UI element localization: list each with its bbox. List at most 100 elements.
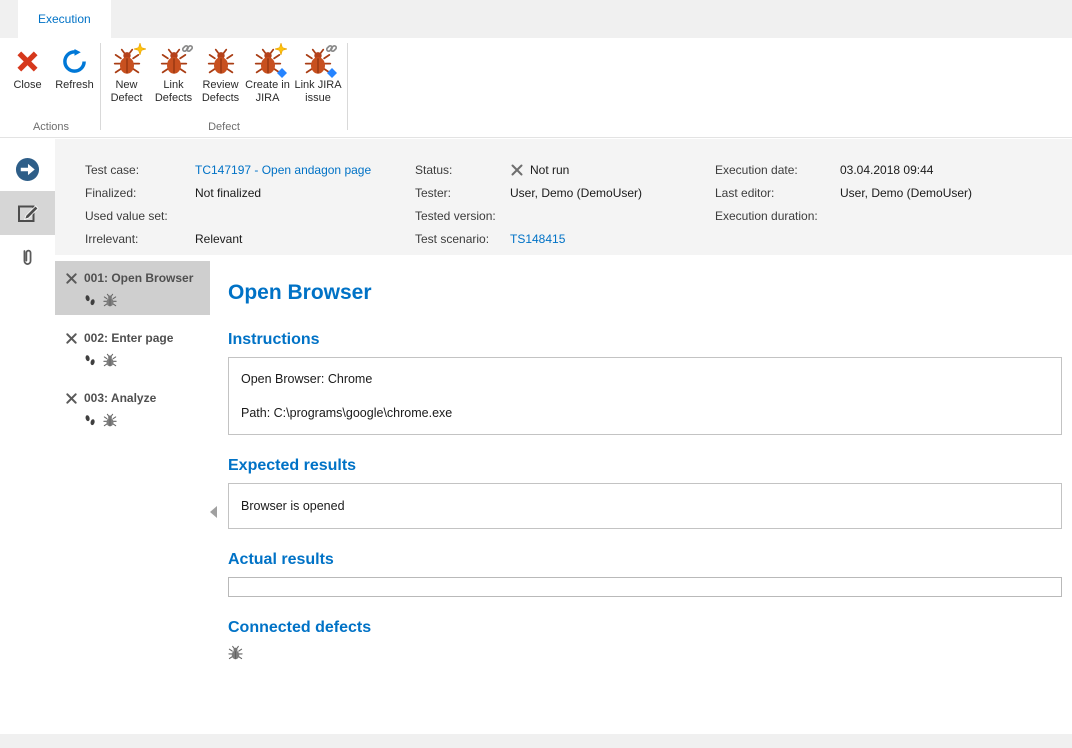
paperclip-icon xyxy=(17,247,38,268)
bug-icon xyxy=(253,46,283,76)
field-value: User, Demo (DemoUser) xyxy=(840,186,972,200)
footsteps-icon[interactable] xyxy=(84,414,96,427)
footsteps-icon[interactable] xyxy=(84,294,96,307)
bug-icon[interactable] xyxy=(103,413,117,427)
x-icon xyxy=(510,163,524,177)
bug-icon xyxy=(112,46,142,76)
arrow-circle-icon xyxy=(15,157,40,182)
ribbon-separator xyxy=(347,43,348,130)
info-row-test-scenario: Test scenario: TS148415 xyxy=(415,227,715,250)
link-defects-button[interactable]: Link Defects xyxy=(150,43,197,105)
field-label: Used value set: xyxy=(85,209,195,223)
bug-icon xyxy=(159,46,189,76)
field-label: Execution date: xyxy=(715,163,840,177)
ribbon-group-label-actions: Actions xyxy=(4,121,98,137)
review-defects-label: Review Defects xyxy=(198,79,243,105)
sidebar-item-attachments[interactable] xyxy=(0,235,55,279)
expected-results-heading: Expected results xyxy=(228,457,1062,475)
link-jira-issue-button[interactable]: Link JIRA issue xyxy=(291,43,345,105)
field-label: Test scenario: xyxy=(415,232,510,246)
step-item-002[interactable]: 002: Enter page xyxy=(55,321,210,375)
field-value: Not finalized xyxy=(195,186,261,200)
actual-results-input[interactable] xyxy=(228,577,1062,597)
sidebar-item-edit-execution[interactable] xyxy=(0,191,55,235)
review-defects-button[interactable]: Review Defects xyxy=(197,43,244,105)
close-button[interactable]: Close xyxy=(4,43,51,92)
jira-diamond-icon xyxy=(277,68,287,78)
bug-icon xyxy=(303,46,333,76)
jira-diamond-icon xyxy=(327,68,337,78)
x-icon xyxy=(65,332,78,345)
step-item-003[interactable]: 003: Analyze xyxy=(55,381,210,435)
new-defect-button[interactable]: New Defect xyxy=(103,43,150,105)
status-value: Not run xyxy=(530,163,569,177)
info-column-1: Test case: TC147197 - Open andagon page … xyxy=(85,158,405,250)
field-label: Last editor: xyxy=(715,186,840,200)
info-row-last-editor: Last editor: User, Demo (DemoUser) xyxy=(715,181,1072,204)
close-button-label: Close xyxy=(13,79,41,92)
info-row-finalized: Finalized: Not finalized xyxy=(85,181,405,204)
ribbon-separator xyxy=(100,43,101,130)
edit-icon xyxy=(16,201,40,225)
refresh-button[interactable]: Refresh xyxy=(51,43,98,92)
bug-icon[interactable] xyxy=(103,353,117,367)
info-row-execution-date: Execution date: 03.04.2018 09:44 xyxy=(715,158,1072,181)
bug-icon xyxy=(206,46,236,76)
sidebar-item-navigate[interactable] xyxy=(0,147,55,191)
sparkle-icon xyxy=(275,43,287,55)
test-steps-list: 001: Open Browser 002: Enter page 003: A… xyxy=(55,255,210,734)
info-row-test-case: Test case: TC147197 - Open andagon page xyxy=(85,158,405,181)
info-column-2: Status: Not run Tester: User, Demo (Demo… xyxy=(415,158,715,250)
info-row-tester: Tester: User, Demo (DemoUser) xyxy=(415,181,715,204)
close-icon xyxy=(15,46,40,76)
tab-strip: Execution xyxy=(0,0,1072,38)
info-column-3: Execution date: 03.04.2018 09:44 Last ed… xyxy=(715,158,1072,227)
collapse-panel-arrow[interactable] xyxy=(210,506,217,518)
instructions-box: Open Browser: Chrome Path: C:\programs\g… xyxy=(228,357,1062,435)
bug-icon[interactable] xyxy=(103,293,117,307)
footsteps-icon[interactable] xyxy=(84,354,96,367)
ribbon-group-actions: Close Refresh Actions xyxy=(4,38,98,137)
create-in-jira-label: Create in JIRA xyxy=(245,79,290,105)
step-title: 003: Analyze xyxy=(84,391,156,405)
field-value: 03.04.2018 09:44 xyxy=(840,163,933,177)
step-title: 002: Enter page xyxy=(84,331,173,345)
info-row-irrelevant: Irrelevant: Relevant xyxy=(85,227,405,250)
refresh-button-label: Refresh xyxy=(55,79,94,92)
link-jira-issue-label: Link JIRA issue xyxy=(292,79,344,105)
execution-window: Execution Close Refresh Actions xyxy=(0,0,1072,748)
field-label: Irrelevant: xyxy=(85,232,195,246)
step-detail-title: Open Browser xyxy=(228,281,1062,305)
info-row-execution-duration: Execution duration: xyxy=(715,204,1072,227)
step-detail-panel: Open Browser Instructions Open Browser: … xyxy=(210,255,1072,734)
ribbon-group-label-defect: Defect xyxy=(103,121,345,137)
step-title: 001: Open Browser xyxy=(84,271,193,285)
test-scenario-link[interactable]: TS148415 xyxy=(510,232,565,246)
field-value: User, Demo (DemoUser) xyxy=(510,186,642,200)
create-in-jira-button[interactable]: Create in JIRA xyxy=(244,43,291,105)
info-row-used-value-set: Used value set: xyxy=(85,204,405,227)
field-value: Relevant xyxy=(195,232,242,246)
step-item-001[interactable]: 001: Open Browser xyxy=(55,261,210,315)
field-label: Execution duration: xyxy=(715,209,840,223)
bottom-bar xyxy=(0,734,1072,748)
connected-defects-heading: Connected defects xyxy=(228,619,1062,637)
ribbon-group-defect: New Defect Link Defects Review Defects xyxy=(103,38,345,137)
bug-icon[interactable] xyxy=(228,647,243,664)
info-row-status: Status: Not run xyxy=(415,158,715,181)
tab-execution[interactable]: Execution xyxy=(18,0,111,38)
ribbon-toolbar: Close Refresh Actions N xyxy=(0,38,1072,138)
field-label: Tester: xyxy=(415,186,510,200)
test-case-link[interactable]: TC147197 - Open andagon page xyxy=(195,163,371,177)
refresh-icon xyxy=(62,46,87,76)
link-icon xyxy=(326,43,337,54)
link-icon xyxy=(182,43,193,54)
execution-info-panel: Test case: TC147197 - Open andagon page … xyxy=(55,139,1072,255)
actual-results-heading: Actual results xyxy=(228,551,1062,569)
left-icon-sidebar xyxy=(0,139,55,734)
instruction-line: Open Browser: Chrome xyxy=(241,372,1049,386)
instruction-line: Path: C:\programs\google\chrome.exe xyxy=(241,406,1049,420)
field-label: Status: xyxy=(415,163,510,177)
instructions-heading: Instructions xyxy=(228,331,1062,349)
expected-results-box: Browser is opened xyxy=(228,483,1062,529)
